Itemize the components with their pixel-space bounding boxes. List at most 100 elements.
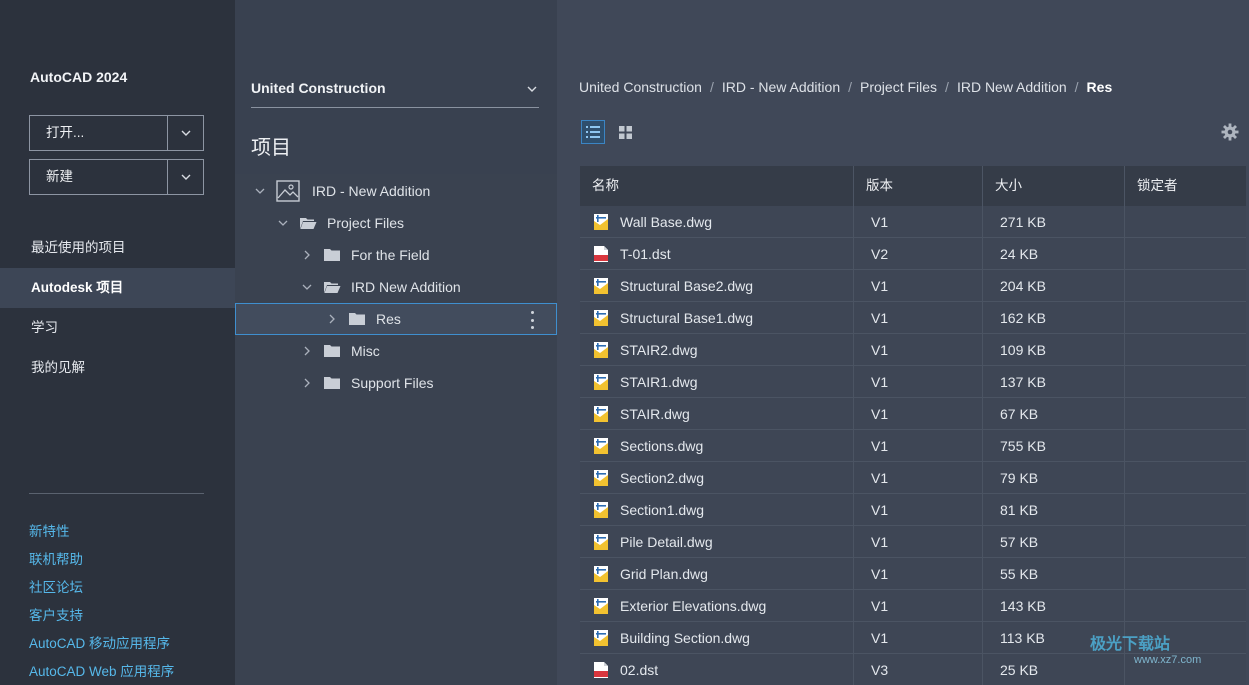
chevron-right-icon[interactable] (301, 345, 313, 357)
cell-size: 204 KB (983, 270, 1125, 301)
cell-size: 162 KB (983, 302, 1125, 333)
cell-version: V2 (854, 238, 983, 269)
cell-name: STAIR2.dwg (580, 334, 854, 365)
grid-view-button[interactable] (613, 120, 637, 144)
grid-view-icon (618, 125, 632, 139)
chevron-down-icon (181, 174, 190, 180)
dst-file-icon (594, 245, 620, 262)
nav-autodesk-projects[interactable]: Autodesk 项目 (0, 268, 235, 308)
breadcrumb-item[interactable]: IRD - New Addition (722, 79, 840, 95)
tree-item-project[interactable]: IRD - New Addition (235, 175, 557, 207)
tree-item-ird-new-addition[interactable]: IRD New Addition (235, 271, 557, 303)
tree-item-support-files[interactable]: Support Files (235, 367, 557, 399)
cell-size: 79 KB (983, 462, 1125, 493)
link-community[interactable]: 社区论坛 (29, 576, 83, 596)
cell-version: V1 (854, 206, 983, 237)
file-name: Exterior Elevations.dwg (620, 597, 767, 614)
open-button-label: 打开... (46, 125, 85, 140)
cell-name: Sections.dwg (580, 430, 854, 461)
column-header-size[interactable]: 大小 (983, 166, 1125, 206)
breadcrumb-item[interactable]: Project Files (860, 79, 937, 95)
table-row[interactable]: STAIR.dwg V1 67 KB (580, 398, 1246, 430)
cell-version: V1 (854, 622, 983, 653)
app-title: AutoCAD 2024 (30, 69, 128, 85)
breadcrumb-item[interactable]: United Construction (579, 79, 702, 95)
chevron-right-icon[interactable] (326, 313, 338, 325)
dwg-file-icon (594, 213, 620, 230)
table-row[interactable]: Wall Base.dwg V1 271 KB (580, 206, 1246, 238)
table-row[interactable]: Exterior Elevations.dwg V1 143 KB (580, 590, 1246, 622)
chevron-right-icon[interactable] (301, 249, 313, 261)
dwg-file-icon (594, 373, 620, 390)
nav-insights[interactable]: 我的见解 (0, 348, 235, 388)
folder-open-icon (323, 279, 341, 295)
cell-locked-by (1125, 526, 1246, 557)
cell-locked-by (1125, 558, 1246, 589)
cell-version: V1 (854, 462, 983, 493)
cell-version: V1 (854, 494, 983, 525)
chevron-down-icon[interactable] (301, 281, 313, 293)
project-tree-panel: United Construction 项目 IRD - New Additio… (235, 0, 557, 685)
table-row[interactable]: Structural Base2.dwg V1 204 KB (580, 270, 1246, 302)
file-name: STAIR2.dwg (620, 341, 698, 358)
breadcrumb-item[interactable]: IRD New Addition (957, 79, 1067, 95)
file-name: STAIR1.dwg (620, 373, 698, 390)
tree-item-misc[interactable]: Misc (235, 335, 557, 367)
dwg-file-icon (594, 277, 620, 294)
dwg-file-icon (594, 341, 620, 358)
tree-item-label: Res (376, 311, 401, 327)
watermark-text: 极光下载站 (1090, 636, 1171, 653)
table-row[interactable]: Structural Base1.dwg V1 162 KB (580, 302, 1246, 334)
table-row[interactable]: STAIR2.dwg V1 109 KB (580, 334, 1246, 366)
dwg-file-icon (594, 437, 620, 454)
column-header-name[interactable]: 名称 (580, 166, 854, 206)
link-online-help[interactable]: 联机帮助 (29, 548, 83, 568)
chevron-down-icon[interactable] (254, 185, 266, 197)
dwg-file-icon (594, 533, 620, 550)
tree-item-for-the-field[interactable]: For the Field (235, 239, 557, 271)
nav-learn[interactable]: 学习 (0, 308, 235, 348)
new-button-label: 新建 (46, 169, 73, 184)
table-row[interactable]: T-01.dst V2 24 KB (580, 238, 1246, 270)
link-mobile-app[interactable]: AutoCAD 移动应用程序 (29, 632, 170, 652)
cell-size: 24 KB (983, 238, 1125, 269)
cell-name: Wall Base.dwg (580, 206, 854, 237)
cell-locked-by (1125, 206, 1246, 237)
column-header-locked-by[interactable]: 锁定者 (1125, 166, 1246, 206)
chevron-down-icon (181, 130, 190, 136)
more-options-icon[interactable] (530, 311, 534, 329)
table-row[interactable]: Section1.dwg V1 81 KB (580, 494, 1246, 526)
image-icon (276, 180, 300, 202)
table-row[interactable]: STAIR1.dwg V1 137 KB (580, 366, 1246, 398)
gear-icon[interactable] (1221, 123, 1239, 141)
tree-item-res[interactable]: Res (235, 303, 557, 335)
cell-locked-by (1125, 494, 1246, 525)
watermark: 极光下载站 www.xz7.com (1090, 630, 1201, 666)
link-web-app[interactable]: AutoCAD Web 应用程序 (29, 660, 174, 680)
chevron-down-icon[interactable] (277, 217, 289, 229)
list-view-button[interactable] (581, 120, 605, 144)
table-row[interactable]: Pile Detail.dwg V1 57 KB (580, 526, 1246, 558)
dwg-file-icon (594, 565, 620, 582)
chevron-down-icon (527, 86, 537, 92)
table-header: 名称 版本 大小 锁定者 (580, 166, 1246, 206)
table-row[interactable]: Section2.dwg V1 79 KB (580, 462, 1246, 494)
cell-size: 57 KB (983, 526, 1125, 557)
new-button[interactable]: 新建 (29, 159, 204, 195)
open-button[interactable]: 打开... (29, 115, 204, 151)
new-dropdown-arrow[interactable] (167, 160, 203, 194)
open-dropdown-arrow[interactable] (167, 116, 203, 150)
breadcrumb-current: Res (1086, 79, 1113, 95)
column-header-version[interactable]: 版本 (854, 166, 983, 206)
tree-item-label: Misc (351, 343, 380, 359)
tree-item-project-files[interactable]: Project Files (235, 207, 557, 239)
nav-recent[interactable]: 最近使用的项目 (0, 228, 235, 268)
table-row[interactable]: Sections.dwg V1 755 KB (580, 430, 1246, 462)
chevron-right-icon[interactable] (301, 377, 313, 389)
cell-name: Pile Detail.dwg (580, 526, 854, 557)
link-whats-new[interactable]: 新特性 (29, 520, 70, 540)
hub-select[interactable]: United Construction (251, 72, 539, 108)
link-support[interactable]: 客户支持 (29, 604, 83, 624)
table-row[interactable]: Grid Plan.dwg V1 55 KB (580, 558, 1246, 590)
file-name: STAIR.dwg (620, 405, 690, 422)
